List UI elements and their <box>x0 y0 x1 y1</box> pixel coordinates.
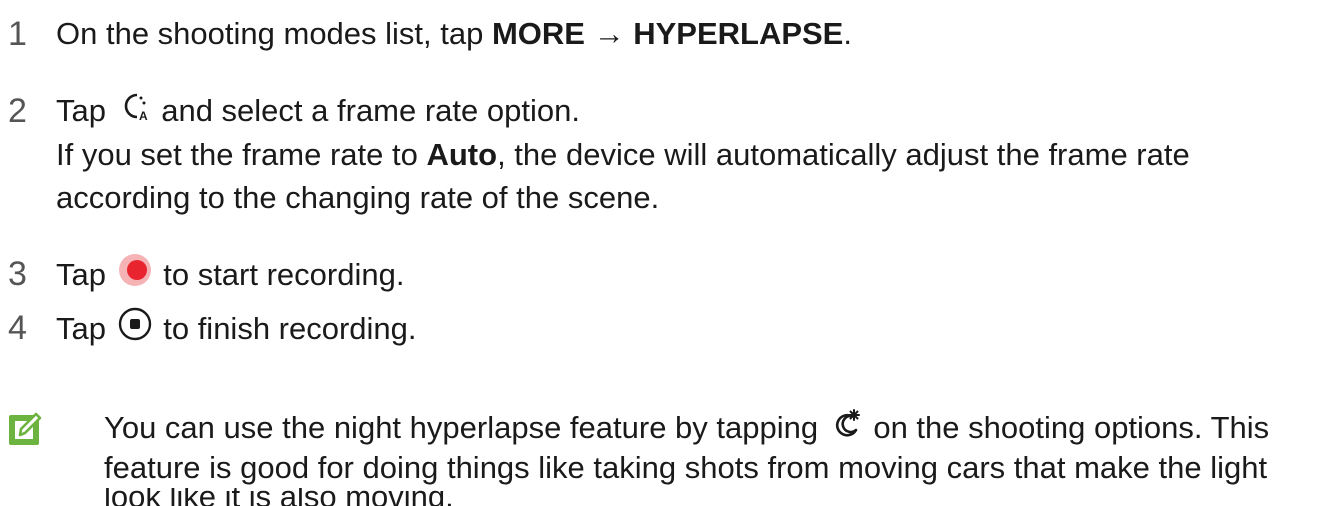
note-line-3: look like it is also moving. <box>104 488 454 506</box>
night-hyperlapse-icon <box>829 408 863 448</box>
note-line-1: You can use the night hyperlapse feature… <box>104 408 1269 450</box>
record-button-icon <box>117 252 153 298</box>
menu-hyperlapse: HYPERLAPSE <box>633 16 844 51</box>
step-number: 2 <box>8 92 27 130</box>
step-2-detail-line-1: If you set the frame rate to Auto, the d… <box>56 137 1190 172</box>
step-text: Tap to start recording. <box>56 254 404 300</box>
step-text: Tap A and select a frame rate option. <box>56 91 580 133</box>
note-line-2: feature is good for doing things like ta… <box>104 450 1268 485</box>
step-number: 1 <box>8 15 27 53</box>
note-pencil-icon <box>4 410 44 455</box>
step-number: 4 <box>8 309 27 347</box>
step-text: Tap to finish recording. <box>56 306 417 354</box>
step-text: On the shooting modes list, tap MORE → H… <box>56 16 852 51</box>
step-number: 3 <box>8 255 27 293</box>
step-2-detail-line-2: according to the changing rate of the sc… <box>56 180 660 215</box>
stop-button-icon <box>117 306 153 352</box>
svg-text:A: A <box>139 109 148 121</box>
frame-rate-auto-icon: A <box>117 91 151 131</box>
auto-option: Auto <box>426 137 498 172</box>
menu-more: MORE <box>491 16 585 51</box>
